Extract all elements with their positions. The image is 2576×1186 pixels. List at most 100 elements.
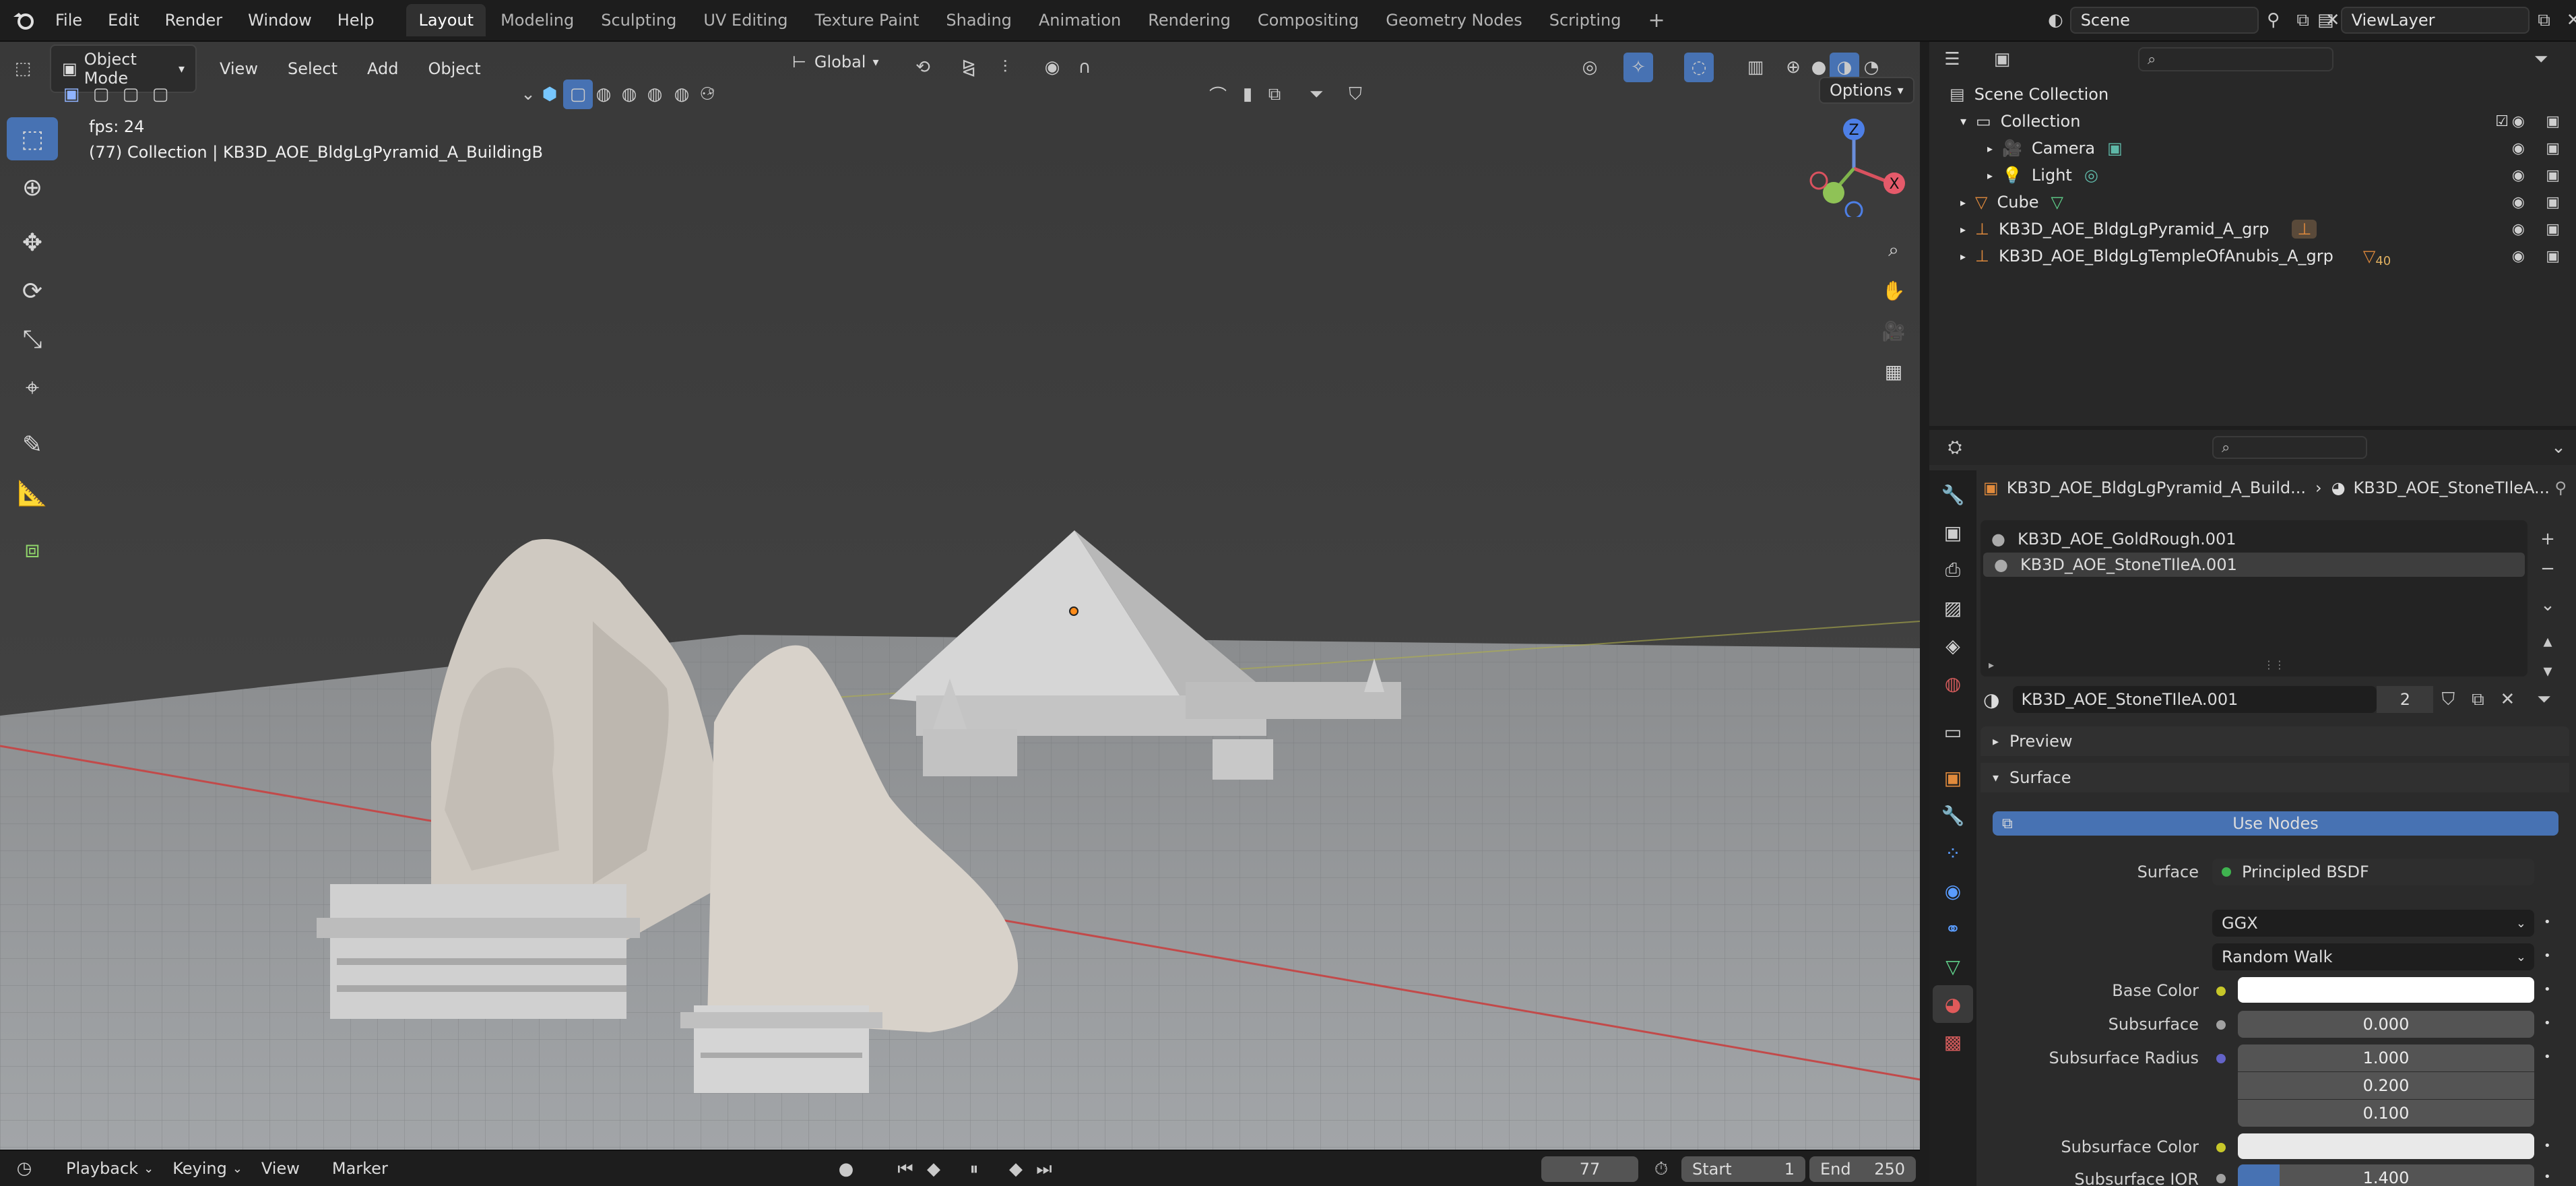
filter-camera-icon[interactable]: ◍ <box>640 80 670 109</box>
remove-slot-icon[interactable]: − <box>2533 554 2563 584</box>
outliner-row-pyramid-grp[interactable]: ▸ ⊥ KB3D_AOE_BldgLgPyramid_A_grp ⊥ ◉ ▣ <box>1929 216 2576 243</box>
eye-icon[interactable]: ◉ <box>2512 221 2525 238</box>
scene-collection-row[interactable]: ▤ Scene Collection <box>1929 81 2576 108</box>
transform-orientation[interactable]: ⊢ Global ▾ <box>792 53 879 71</box>
data-tab-icon[interactable]: ▽ <box>1933 947 1973 985</box>
surface-panel-header[interactable]: ▾ Surface <box>1981 763 2569 792</box>
subsurface-radius-y[interactable]: 0.200 <box>2238 1072 2534 1099</box>
marker-menu[interactable]: Marker <box>332 1159 388 1178</box>
menu-edit[interactable]: Edit <box>108 11 139 30</box>
funnel-icon[interactable]: ⏷ <box>1301 80 1331 109</box>
viewlayer-selector[interactable]: ▤ ViewLayer ⧉ ✕ <box>2317 5 2576 35</box>
outliner-filter-icon[interactable]: ⏷ <box>2526 44 2556 74</box>
move-up-icon[interactable]: ▴ <box>2533 627 2563 656</box>
surface-shader-selector[interactable]: Principled BSDF <box>2212 859 2534 885</box>
material-filter-icon[interactable]: ⏷ <box>2529 685 2558 714</box>
move-tool-icon[interactable]: ✥ <box>7 221 58 264</box>
material-slot-row-selected[interactable]: ● KB3D_AOE_StoneTIleA.001 <box>1983 553 2525 577</box>
tab-compositing[interactable]: Compositing <box>1246 4 1371 36</box>
keyframe-dot-icon[interactable]: • <box>2544 1016 2551 1030</box>
outliner-editor-type-icon[interactable]: ☰ <box>1937 44 1967 74</box>
keyframe-dot-icon[interactable]: • <box>2544 1139 2551 1153</box>
outliner-row-temple-grp[interactable]: ▸ ⊥ KB3D_AOE_BldgLgTempleOfAnubis_A_grp … <box>1929 243 2576 270</box>
expand-chevron-icon[interactable]: ▸ <box>1989 658 1994 671</box>
render-camera-icon[interactable]: ▣ <box>2546 113 2560 130</box>
cursor-tool-icon[interactable]: ⊕ <box>7 166 58 209</box>
add-cube-tool-icon[interactable]: ⧈ <box>7 528 58 571</box>
jump-keyframe-back-icon[interactable]: ◆ <box>919 1154 948 1184</box>
cube-filter-icon[interactable]: ⬢ <box>535 80 565 109</box>
scene-field[interactable]: Scene <box>2069 7 2259 34</box>
timeline-editor-type-icon[interactable]: ◷ <box>9 1154 39 1183</box>
view-layer-tab-icon[interactable]: ▨ <box>1933 589 1973 627</box>
subsurface-field[interactable]: 0.000 <box>2238 1011 2534 1038</box>
tab-rendering[interactable]: Rendering <box>1136 4 1243 36</box>
subsurface-radius-x[interactable]: 1.000 <box>2238 1044 2534 1071</box>
scale-tool-icon[interactable]: ⤡ <box>7 318 58 361</box>
menu-help[interactable]: Help <box>337 11 375 30</box>
properties-options-chevron-icon[interactable]: ⌄ <box>2544 433 2573 462</box>
menu-window[interactable]: Window <box>248 11 312 30</box>
properties-editor-type-icon[interactable]: ⛭ <box>1940 433 1970 462</box>
distribution-dropdown[interactable]: GGX ⌄ <box>2212 910 2534 937</box>
pause-icon[interactable]: ⏸ <box>959 1154 989 1184</box>
annotate-tool-icon[interactable]: ✎ <box>7 423 58 466</box>
outliner-row-camera[interactable]: ▸ 🎥 Camera ▣ ◉ ▣ <box>1929 135 2576 162</box>
transform-tool-icon[interactable]: ⌖ <box>7 367 58 410</box>
jump-start-icon[interactable]: ⏮ <box>891 1154 920 1184</box>
render-camera-icon[interactable]: ▣ <box>2546 167 2560 184</box>
measure-tool-icon[interactable]: 📐 <box>7 472 58 515</box>
select-extend-icon[interactable]: ▢ <box>86 80 116 109</box>
select-new-icon[interactable]: ▣ <box>57 80 86 109</box>
menu-file[interactable]: File <box>55 11 82 30</box>
rotate-tool-icon[interactable]: ⟳ <box>7 270 58 313</box>
render-tab-icon[interactable]: ▣ <box>1933 513 1973 551</box>
3d-viewport[interactable]: ⬚ ▣ Object Mode ▾ View Select Add Object… <box>0 42 1920 1150</box>
output-tab-icon[interactable]: ⎙ <box>1933 551 1973 589</box>
end-frame-field[interactable]: End 250 <box>1809 1156 1916 1182</box>
shield-icon[interactable]: ⛉ <box>1341 80 1370 109</box>
use-nodes-button[interactable]: ⧉ Use Nodes <box>1993 811 2558 836</box>
keying-menu[interactable]: Keying ⌄ <box>172 1159 243 1178</box>
new-scene-icon[interactable]: ⧉ <box>2288 5 2318 35</box>
hierarchy-icon[interactable]: ⧉ <box>1260 80 1289 109</box>
eye-icon[interactable]: ◉ <box>2512 167 2525 184</box>
scene-selector[interactable]: ◐ Scene ⚲ ⧉ ✕ <box>2048 5 2348 35</box>
blender-logo-icon[interactable] <box>12 10 35 30</box>
add-slot-icon[interactable]: + <box>2533 524 2563 554</box>
tab-sculpting[interactable]: Sculpting <box>589 4 688 36</box>
bookmark-icon[interactable]: ▮ <box>1233 80 1262 109</box>
subsurface-ior-slider[interactable]: 1.400 <box>2238 1164 2534 1186</box>
tool-tab-icon[interactable]: 🔧 <box>1933 476 1973 513</box>
close-viewlayer-icon[interactable]: ✕ <box>2559 5 2576 35</box>
move-down-icon[interactable]: ▾ <box>2533 656 2563 686</box>
unlink-material-icon[interactable]: ✕ <box>2492 685 2522 714</box>
checkbox-icon[interactable]: ☑ <box>2495 113 2509 130</box>
material-users-count[interactable]: 2 <box>2377 686 2434 713</box>
eye-icon[interactable]: ◉ <box>2512 113 2525 130</box>
add-workspace-button[interactable]: + <box>1636 2 1677 39</box>
color-socket-icon[interactable] <box>2216 1143 2226 1152</box>
keyframe-dot-icon[interactable]: • <box>2544 982 2551 997</box>
modifier-tab-icon[interactable]: 🔧 <box>1933 797 1973 834</box>
outliner-search-input[interactable]: ⌕ <box>2138 47 2333 71</box>
pan-hand-icon[interactable]: ✋ <box>1877 272 1910 309</box>
keyframe-dot-icon[interactable]: • <box>2544 1170 2551 1184</box>
eye-icon[interactable]: ◉ <box>2512 194 2525 211</box>
zoom-icon[interactable]: ⌕ <box>1877 232 1910 268</box>
new-viewlayer-icon[interactable]: ⧉ <box>2530 5 2559 35</box>
jump-end-icon[interactable]: ⏭ <box>1029 1154 1059 1184</box>
clear-filter-icon[interactable]: ⌒ <box>1203 80 1233 109</box>
stopwatch-icon[interactable]: ⏱ <box>1646 1154 1676 1184</box>
subsurface-radius-z[interactable]: 0.100 <box>2238 1100 2534 1127</box>
scene-tab-icon[interactable]: ◈ <box>1933 627 1973 664</box>
preview-panel-header[interactable]: ▸ Preview <box>1981 726 2569 756</box>
material-slot-row[interactable]: ● KB3D_AOE_GoldRough.001 <box>1981 526 2527 553</box>
fake-user-shield-icon[interactable]: ⛉ <box>2433 685 2463 714</box>
pin-icon[interactable]: ⚲ <box>2259 5 2288 35</box>
outliner-row-light[interactable]: ▸ 💡 Light ◎ ◉ ▣ <box>1929 162 2576 189</box>
start-frame-field[interactable]: Start 1 <box>1681 1156 1805 1182</box>
select-box-tool-icon[interactable]: ⬚ <box>7 117 58 160</box>
render-camera-icon[interactable]: ▣ <box>2546 140 2560 157</box>
outliner-row-cube[interactable]: ▸ ▽ Cube ▽ ◉ ▣ <box>1929 189 2576 216</box>
